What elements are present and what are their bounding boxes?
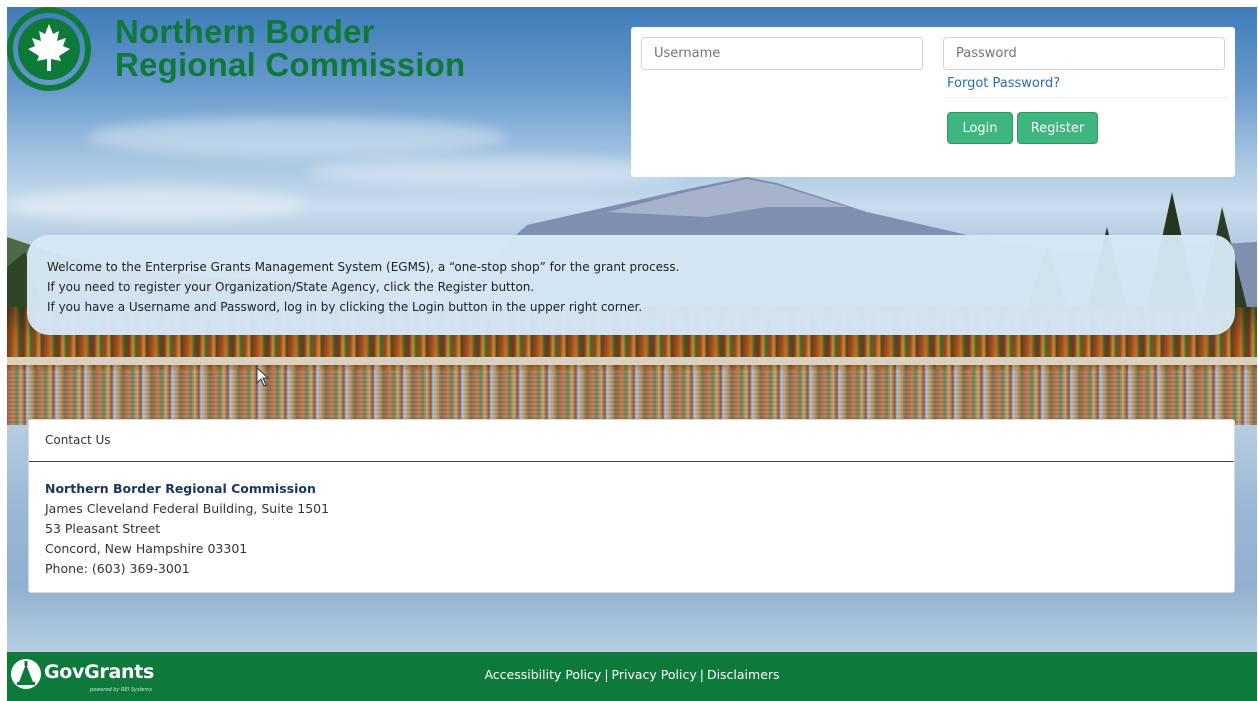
brand-title-line1: Northern Border	[115, 13, 375, 50]
contact-city-state-zip: Concord, New Hampshire 03301	[45, 541, 248, 556]
accessibility-policy-link[interactable]: Accessibility Policy	[484, 667, 601, 682]
govgrants-tagline: powered by REI Systems	[90, 687, 152, 693]
footer-links: Accessibility Policy | Privacy Policy | Disc…	[7, 667, 1257, 682]
welcome-line-3: If you have a Username and Password, log…	[47, 300, 643, 314]
privacy-policy-link[interactable]: Privacy Policy	[612, 667, 697, 682]
mouse-pointer-icon	[256, 367, 270, 387]
brand-logo[interactable]: Northern Border Regional Commission	[7, 7, 465, 91]
footer-separator: |	[604, 667, 609, 682]
login-panel: Forgot Password? Login Register	[631, 27, 1235, 177]
username-input[interactable]	[641, 37, 923, 70]
forgot-password-link[interactable]: Forgot Password?	[947, 76, 1060, 91]
contact-org-name: Northern Border Regional Commission	[45, 481, 316, 496]
footer-separator: |	[699, 667, 704, 682]
lake-reflection	[7, 365, 1257, 425]
brand-title-line2: Regional Commission	[115, 46, 466, 83]
brand-title: Northern Border Regional Commission	[115, 15, 465, 81]
login-page: Northern Border Regional Commission Forg…	[7, 7, 1257, 701]
shoreline	[7, 357, 1257, 365]
maple-leaf-icon	[7, 7, 91, 91]
divider	[943, 97, 1229, 98]
contact-address-1: James Cleveland Federal Building, Suite …	[45, 501, 330, 516]
welcome-line-1: Welcome to the Enterprise Grants Managem…	[47, 260, 680, 274]
contact-address-2: 53 Pleasant Street	[45, 521, 161, 536]
contact-body: Northern Border Regional Commission Jame…	[29, 462, 1234, 596]
password-input[interactable]	[943, 37, 1225, 70]
contact-header: Contact Us	[29, 420, 1234, 462]
login-button[interactable]: Login	[947, 112, 1013, 144]
register-button[interactable]: Register	[1017, 112, 1098, 144]
welcome-line-2: If you need to register your Organizatio…	[47, 280, 535, 294]
disclaimers-link[interactable]: Disclaimers	[707, 667, 780, 682]
contact-card: Contact Us Northern Border Regional Comm…	[28, 419, 1235, 593]
contact-phone: Phone: (603) 369-3001	[45, 561, 190, 576]
footer: GovGrants powered by REI Systems Accessi…	[7, 652, 1257, 701]
welcome-banner: Welcome to the Enterprise Grants Managem…	[27, 235, 1235, 335]
